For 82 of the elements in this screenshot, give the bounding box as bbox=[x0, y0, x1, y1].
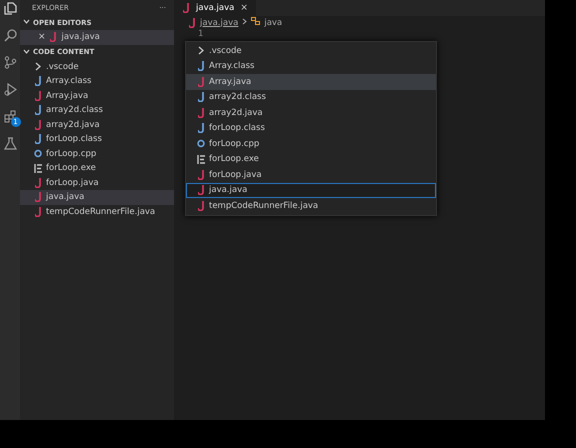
file-item[interactable]: forLoop.java bbox=[20, 176, 174, 190]
source-control-icon[interactable] bbox=[4, 56, 16, 69]
picker-item[interactable]: Array.java bbox=[186, 74, 436, 90]
file-name: java.java bbox=[46, 192, 84, 202]
java-file-icon bbox=[34, 192, 42, 202]
file-item[interactable]: Array.class bbox=[20, 74, 174, 88]
flask-icon[interactable] bbox=[4, 137, 16, 150]
file-name: tempCodeRunnerFile.java bbox=[209, 200, 318, 211]
file-item[interactable]: Array.java bbox=[20, 88, 174, 103]
close-icon[interactable]: × bbox=[240, 3, 248, 13]
file-name: tempCodeRunnerFile.java bbox=[46, 206, 156, 217]
picker-item[interactable]: forLoop.java bbox=[186, 167, 436, 182]
file-name: Array.java bbox=[209, 76, 252, 87]
picker-item[interactable]: java.java bbox=[186, 182, 436, 198]
picker-item[interactable]: forLoop.exe bbox=[186, 152, 436, 167]
java-file-icon bbox=[197, 185, 205, 196]
file-name: forLoop.cpp bbox=[46, 148, 96, 159]
java-file-icon bbox=[34, 178, 42, 188]
picker-item[interactable]: tempCodeRunnerFile.java bbox=[186, 198, 436, 214]
java-file-icon bbox=[197, 61, 205, 72]
java-file-icon bbox=[197, 200, 205, 211]
file-item[interactable]: array2d.class bbox=[20, 103, 174, 118]
chevron-icon bbox=[34, 62, 42, 72]
picker-item[interactable]: forLoop.cpp bbox=[186, 136, 436, 152]
search-icon[interactable] bbox=[4, 29, 16, 42]
file-name: .vscode bbox=[209, 46, 242, 56]
chevron-icon bbox=[242, 18, 248, 28]
file-name: java.java bbox=[62, 32, 100, 42]
run-icon[interactable] bbox=[4, 83, 16, 96]
java-file-icon bbox=[34, 76, 42, 86]
java-file-icon bbox=[34, 134, 42, 144]
file-name: forLoop.exe bbox=[46, 163, 96, 174]
java-file-icon bbox=[197, 123, 205, 134]
file-item[interactable]: × java.java bbox=[20, 30, 174, 44]
file-item[interactable]: forLoop.cpp bbox=[20, 146, 174, 161]
file-name: array2d.class bbox=[209, 92, 266, 102]
file-name: Array.class bbox=[209, 61, 254, 72]
breadcrumb-symbol[interactable]: java bbox=[264, 18, 282, 28]
file-item[interactable]: tempCodeRunnerFile.java bbox=[20, 204, 174, 219]
file-item[interactable]: forLoop.class bbox=[20, 132, 174, 146]
cpp-file-icon bbox=[197, 139, 205, 148]
file-item[interactable]: .vscode bbox=[20, 60, 174, 74]
file-name: .vscode bbox=[46, 62, 79, 72]
class-icon bbox=[251, 17, 260, 28]
breadcrumb-file[interactable]: java.java bbox=[200, 18, 238, 28]
file-item[interactable]: array2d.java bbox=[20, 118, 174, 132]
java-file-icon bbox=[197, 170, 205, 180]
file-name: Array.java bbox=[46, 90, 88, 101]
file-item[interactable]: forLoop.exe bbox=[20, 161, 174, 176]
java-file-icon bbox=[34, 90, 42, 101]
file-name: forLoop.exe bbox=[209, 154, 259, 164]
java-file-icon bbox=[34, 206, 42, 217]
files-icon[interactable] bbox=[4, 2, 16, 15]
file-name: forLoop.class bbox=[46, 134, 102, 144]
chevron-icon bbox=[197, 46, 205, 56]
line-number: 1 bbox=[198, 29, 204, 39]
file-item[interactable]: java.java bbox=[20, 190, 174, 204]
binary-file-icon bbox=[197, 154, 205, 164]
java-file-icon bbox=[197, 76, 205, 87]
picker-item[interactable]: array2d.class bbox=[186, 90, 436, 105]
picker-item[interactable]: .vscode bbox=[186, 43, 436, 58]
file-name: Array.class bbox=[46, 76, 92, 86]
java-file-icon bbox=[50, 32, 58, 42]
file-name: forLoop.cpp bbox=[209, 138, 260, 149]
binary-file-icon bbox=[34, 164, 42, 173]
java-file-icon bbox=[197, 108, 205, 118]
picker-item[interactable]: Array.class bbox=[186, 58, 436, 74]
file-name: array2d.java bbox=[46, 120, 100, 130]
java-file-icon bbox=[34, 105, 42, 116]
file-name: java.java bbox=[209, 185, 248, 196]
file-name: forLoop.java bbox=[209, 170, 262, 180]
file-name: forLoop.class bbox=[209, 123, 265, 134]
cpp-file-icon bbox=[34, 149, 42, 158]
close-icon[interactable]: × bbox=[38, 32, 46, 42]
file-name: array2d.class bbox=[46, 105, 103, 116]
file-name: forLoop.java bbox=[46, 178, 99, 188]
java-file-icon bbox=[34, 120, 42, 130]
editor-tab[interactable]: java.java × bbox=[174, 0, 256, 16]
file-name: array2d.java bbox=[209, 108, 263, 118]
picker-item[interactable]: forLoop.class bbox=[186, 120, 436, 136]
picker-item[interactable]: array2d.java bbox=[186, 105, 436, 120]
java-file-icon bbox=[197, 92, 205, 102]
